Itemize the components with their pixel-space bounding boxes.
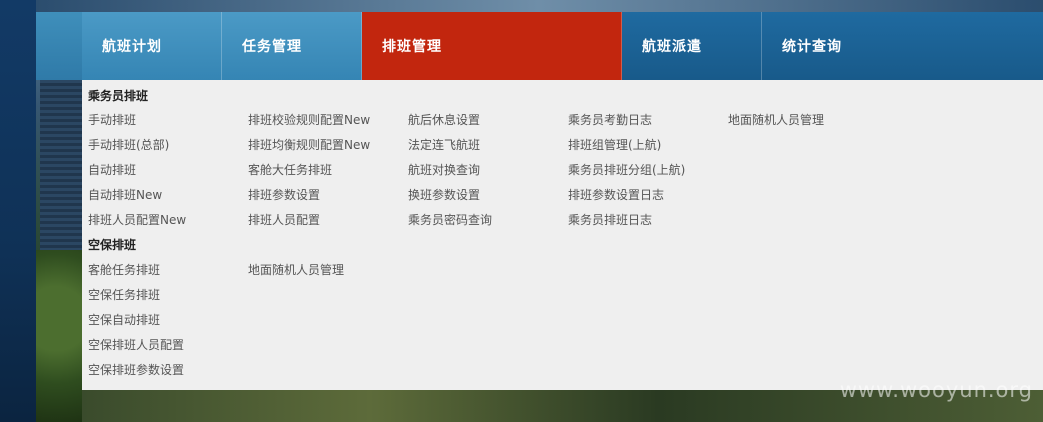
watermark: www.wooyun.org [839, 378, 1033, 402]
menu-item[interactable]: 乘务员排班日志 [568, 211, 652, 228]
section-title-security-scheduling: 空保排班 [88, 238, 137, 252]
menu-item[interactable]: 空保任务排班 [88, 286, 160, 303]
nav-tab-flight-dispatch[interactable]: 航班派遣 [622, 12, 762, 80]
menu-item[interactable]: 排班参数设置 [248, 186, 320, 203]
menu-item[interactable]: 航后休息设置 [408, 111, 480, 128]
menu-item[interactable]: 自动排班New [88, 186, 162, 203]
section-title-crew-scheduling: 乘务员排班 [88, 89, 149, 103]
menu-item[interactable]: 客舱大任务排班 [248, 161, 332, 178]
scheduling-dropdown-panel: 乘务员排班 手动排班 手动排班(总部) 自动排班 自动排班New 排班人员配置N… [82, 80, 1043, 390]
nav-spacer [36, 12, 82, 80]
menu-item[interactable]: 排班均衡规则配置New [248, 136, 370, 153]
background-tree [36, 250, 86, 422]
menu-item[interactable]: 排班校验规则配置New [248, 111, 370, 128]
menu-item[interactable]: 换班参数设置 [408, 186, 480, 203]
main-nav: 航班计划 任务管理 排班管理 航班派遣 统计查询 [36, 12, 1043, 80]
menu-item[interactable]: 排班组管理(上航) [568, 136, 661, 153]
background-building [40, 80, 82, 260]
background-left-strip [0, 0, 36, 422]
menu-item[interactable]: 排班人员配置New [88, 211, 186, 228]
menu-item[interactable]: 乘务员考勤日志 [568, 111, 652, 128]
menu-item[interactable]: 客舱任务排班 [88, 261, 160, 278]
menu-item[interactable]: 空保排班参数设置 [88, 361, 184, 378]
menu-item[interactable]: 空保自动排班 [88, 311, 160, 328]
menu-item[interactable]: 乘务员密码查询 [408, 211, 492, 228]
nav-tab-scheduling[interactable]: 排班管理 [362, 12, 622, 80]
menu-item[interactable]: 空保排班人员配置 [88, 336, 184, 353]
menu-item[interactable]: 航班对换查询 [408, 161, 480, 178]
menu-item[interactable]: 法定连飞航班 [408, 136, 480, 153]
menu-item[interactable]: 排班参数设置日志 [568, 186, 664, 203]
menu-item[interactable]: 自动排班 [88, 161, 136, 178]
menu-item[interactable]: 乘务员排班分组(上航) [568, 161, 685, 178]
menu-item[interactable]: 地面随机人员管理 [248, 261, 344, 278]
menu-item[interactable]: 手动排班(总部) [88, 136, 169, 153]
nav-tab-flight-plan[interactable]: 航班计划 [82, 12, 222, 80]
menu-item[interactable]: 排班人员配置 [248, 211, 320, 228]
nav-tab-task-management[interactable]: 任务管理 [222, 12, 362, 80]
menu-item[interactable]: 手动排班 [88, 111, 136, 128]
menu-item[interactable]: 地面随机人员管理 [728, 111, 824, 128]
header-strip [36, 0, 1043, 12]
nav-tab-statistics[interactable]: 统计查询 [762, 12, 1043, 80]
